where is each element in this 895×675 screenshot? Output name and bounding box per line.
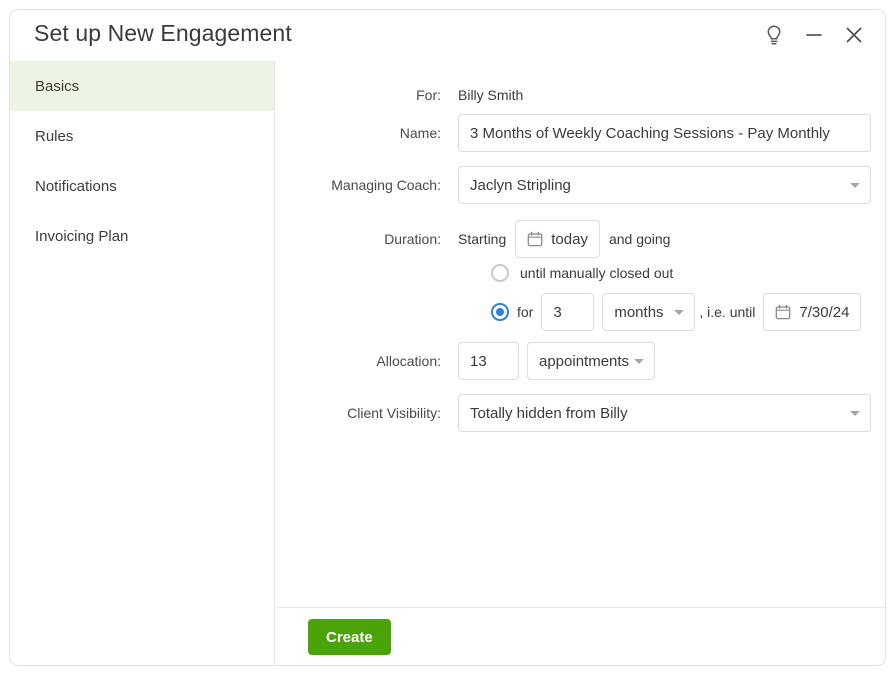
window-controls [755, 18, 873, 52]
form-row-for: For: Billy Smith [276, 83, 885, 107]
calendar-icon [527, 231, 543, 247]
sidebar-item-invoicing-plan[interactable]: Invoicing Plan [10, 211, 274, 261]
dialog-body: Basics Rules Notifications Invoicing Pla… [10, 61, 885, 665]
title-bar: Set up New Engagement [10, 10, 885, 61]
duration-label: Duration: [384, 231, 441, 247]
form-row-duration: Duration: Starting today and going [276, 220, 885, 258]
sidebar-item-label: Rules [35, 127, 74, 145]
duration-option-fixed: for 3 months , i.e. until 7/30/24 [276, 293, 885, 331]
duration-amount-input[interactable]: 3 [541, 293, 595, 331]
duration-option-manual[interactable]: until manually closed out [276, 259, 885, 287]
name-label: Name: [399, 125, 441, 141]
dialog-footer: Create [276, 608, 885, 665]
client-visibility-value: Totally hidden from Billy [470, 404, 628, 422]
managing-coach-value: Jaclyn Stripling [470, 176, 571, 194]
sidebar-item-rules[interactable]: Rules [10, 111, 274, 161]
name-input[interactable]: 3 Months of Weekly Coaching Sessions - P… [458, 114, 871, 152]
start-date-field[interactable]: today [515, 220, 600, 258]
sidebar-item-label: Basics [35, 77, 80, 95]
form-row-client-visibility: Client Visibility: Totally hidden from B… [276, 394, 885, 432]
starting-text: Starting [458, 231, 507, 247]
end-date-field[interactable]: 7/30/24 [763, 293, 862, 331]
help-idea-icon[interactable] [755, 18, 793, 52]
allocation-unit-value: appointments [539, 352, 630, 370]
form-row-managing-coach: Managing Coach: Jaclyn Stripling [276, 166, 885, 204]
client-visibility-label: Client Visibility: [347, 405, 441, 421]
client-visibility-select[interactable]: Totally hidden from Billy [458, 394, 871, 432]
form-row-name: Name: 3 Months of Weekly Coaching Sessio… [276, 114, 885, 152]
sidebar-item-basics[interactable]: Basics [10, 61, 274, 111]
sidebar-item-label: Notifications [35, 177, 117, 195]
sidebar-item-label: Invoicing Plan [35, 227, 129, 245]
form-row-allocation: Allocation: 13 appointments [276, 342, 885, 380]
radio-until-manually-closed[interactable] [491, 264, 509, 282]
for-label: For: [416, 87, 441, 103]
managing-coach-label: Managing Coach: [331, 177, 441, 193]
calendar-icon [775, 304, 791, 320]
for-duration-text: for [517, 304, 534, 320]
dialog-window: Set up New Engagement Basics Rules Notif… [9, 9, 886, 666]
sidebar-nav: Basics Rules Notifications Invoicing Pla… [10, 61, 275, 665]
for-value: Billy Smith [458, 87, 524, 103]
and-going-text: and going [608, 231, 671, 247]
chevron-down-icon [674, 310, 685, 315]
basics-form: For: Billy Smith Name: 3 Months of Weekl… [276, 61, 885, 608]
sidebar-item-notifications[interactable]: Notifications [10, 161, 274, 211]
close-icon[interactable] [835, 18, 873, 52]
content-panel: For: Billy Smith Name: 3 Months of Weekl… [276, 61, 885, 665]
radio-manual-label: until manually closed out [520, 265, 674, 281]
start-date-value: today [551, 230, 588, 248]
allocation-unit-select[interactable]: appointments [527, 342, 655, 380]
duration-unit-select[interactable]: months [602, 293, 696, 331]
ie-until-text: , i.e. until [699, 304, 756, 320]
page-title: Set up New Engagement [34, 20, 292, 46]
end-date-value: 7/30/24 [799, 303, 850, 321]
chevron-down-icon [634, 359, 644, 364]
allocation-label: Allocation: [376, 353, 441, 369]
minimize-icon[interactable] [795, 18, 833, 52]
chevron-down-icon [850, 411, 860, 416]
create-button[interactable]: Create [308, 619, 391, 655]
duration-unit-value: months [614, 303, 664, 321]
chevron-down-icon [850, 183, 860, 188]
managing-coach-select[interactable]: Jaclyn Stripling [458, 166, 871, 204]
radio-for-duration[interactable] [491, 303, 509, 321]
app-root: Set up New Engagement Basics Rules Notif… [0, 0, 895, 675]
allocation-amount-input[interactable]: 13 [458, 342, 519, 380]
